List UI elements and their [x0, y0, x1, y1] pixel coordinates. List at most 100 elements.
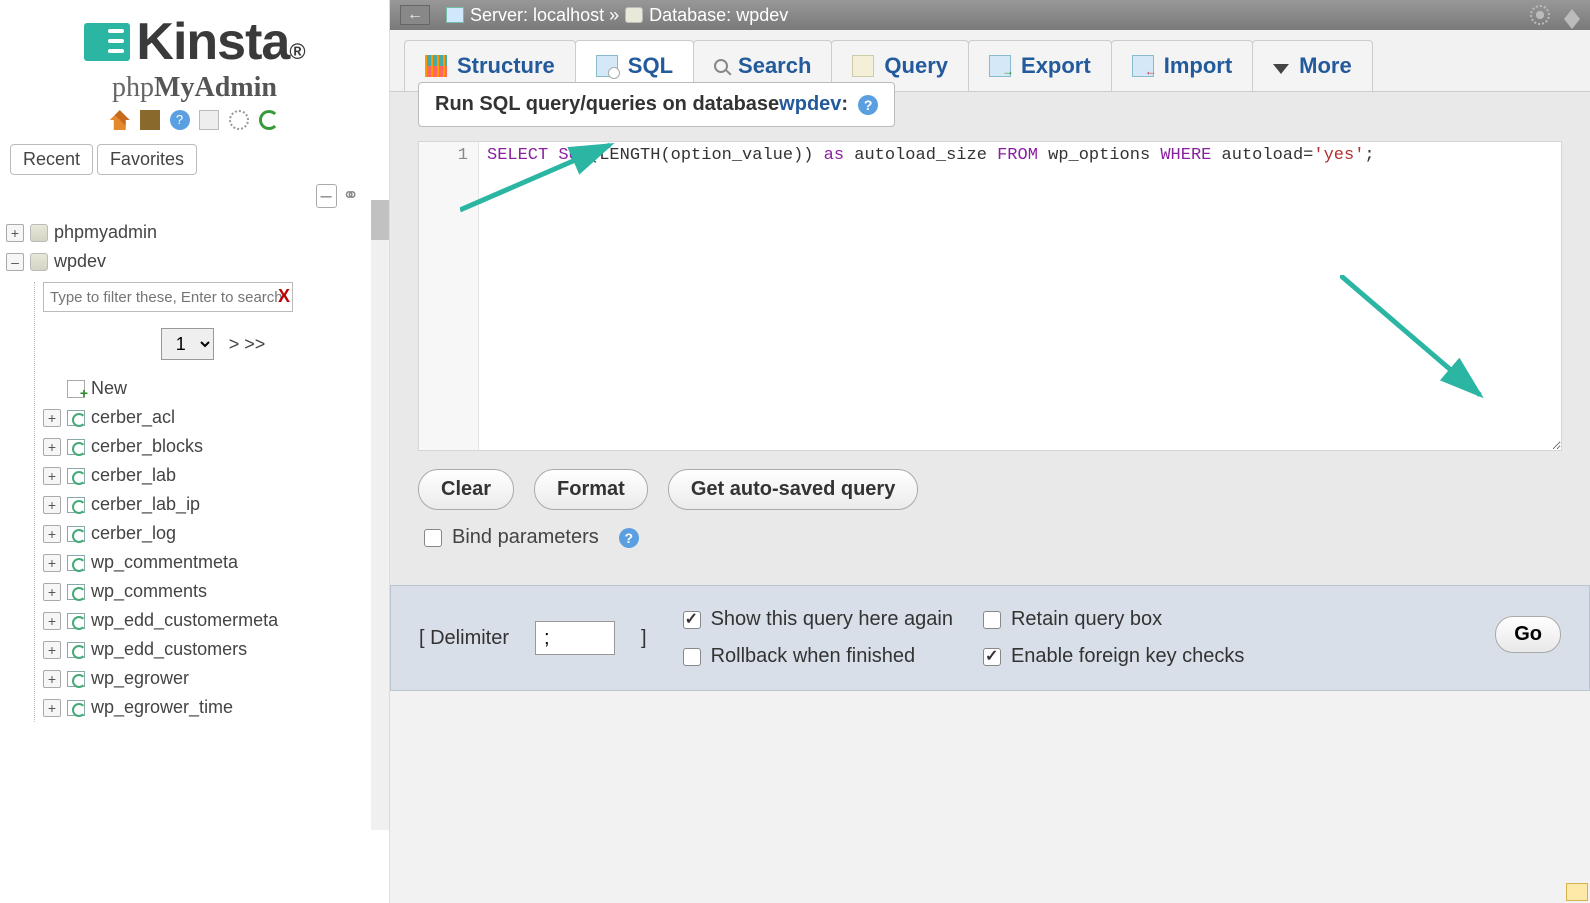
tab-favorites[interactable]: Favorites: [97, 144, 197, 175]
pager-next[interactable]: > >>: [229, 334, 266, 354]
table-icon: [67, 584, 85, 600]
back-button[interactable]: ←: [400, 5, 430, 25]
table-icon: [67, 642, 85, 658]
sidebar: Kinsta® phpMyAdmin ? Recent Favorites – …: [0, 0, 390, 903]
page-select[interactable]: 1: [161, 328, 214, 360]
retain-box-checkbox[interactable]: [983, 611, 1001, 629]
tree-table-cerber_lab_ip[interactable]: +cerber_lab_ip: [43, 490, 383, 519]
search-icon: [714, 59, 728, 73]
table-icon: [67, 671, 85, 687]
sql-icon: [596, 55, 618, 77]
tab-export[interactable]: Export: [968, 40, 1112, 91]
tree-table-wp_edd_customermeta[interactable]: + wp_edd_customermeta: [43, 606, 383, 635]
collapse-icon[interactable]: [1564, 9, 1580, 19]
sql-window-icon[interactable]: [199, 110, 219, 130]
plus-icon[interactable]: +: [6, 224, 24, 242]
table-icon: [67, 468, 85, 484]
tree-table-cerber_acl[interactable]: +cerber_acl: [43, 403, 383, 432]
sidebar-quick-icons: ?: [0, 104, 389, 140]
table-label: wp_comments: [91, 581, 207, 602]
minus-icon[interactable]: –: [6, 253, 24, 271]
plus-icon[interactable]: +: [43, 409, 61, 427]
clear-button[interactable]: Clear: [418, 469, 514, 510]
settings-icon[interactable]: [229, 110, 249, 130]
plus-icon[interactable]: +: [43, 554, 61, 572]
go-button[interactable]: Go: [1495, 616, 1561, 653]
sql-editor[interactable]: 1 SELECT SUM(LENGTH(option_value)) as au…: [418, 141, 1562, 451]
tab-recent[interactable]: Recent: [10, 144, 93, 175]
db-tree: + phpmyadmin – wpdev X 1 > >> New +cerb: [0, 208, 389, 732]
breadcrumb-sep: »: [609, 5, 619, 26]
logout-icon[interactable]: [140, 110, 160, 130]
sql-panel: Run SQL query/queries on database wpdev …: [390, 92, 1590, 585]
note-icon[interactable]: [1566, 883, 1588, 901]
table-label: wp_edd_customermeta: [91, 610, 278, 631]
sidebar-tabs: Recent Favorites: [0, 144, 389, 183]
chevron-down-icon: [1273, 64, 1289, 74]
tab-more[interactable]: More: [1252, 40, 1373, 91]
tree-table-wp_commentmeta[interactable]: +wp_commentmeta: [43, 548, 383, 577]
plus-icon[interactable]: +: [43, 467, 61, 485]
tree-table-wp_comments[interactable]: + wp_comments: [43, 577, 383, 606]
table-icon: [67, 410, 85, 426]
fk-checks-checkbox[interactable]: [983, 648, 1001, 666]
tree-table-cerber_log[interactable]: +cerber_log: [43, 519, 383, 548]
collapse-all-icon[interactable]: –: [316, 184, 337, 208]
line-gutter: 1: [419, 142, 479, 450]
bind-params-label: Bind parameters: [452, 526, 599, 549]
tree-table-wp_edd_customers[interactable]: +wp_edd_customers: [43, 635, 383, 664]
plus-icon[interactable]: +: [43, 583, 61, 601]
help-icon[interactable]: ?: [619, 528, 639, 548]
database-value[interactable]: wpdev: [736, 5, 788, 26]
query-icon: [852, 55, 874, 77]
plus-icon[interactable]: +: [43, 525, 61, 543]
kinsta-text: Kinsta: [136, 12, 289, 72]
plus-icon[interactable]: +: [43, 612, 61, 630]
table-icon: [67, 555, 85, 571]
tab-import[interactable]: Import: [1111, 40, 1253, 91]
reload-icon[interactable]: [259, 110, 279, 130]
home-icon[interactable]: [110, 110, 130, 130]
plus-icon[interactable]: +: [43, 670, 61, 688]
sql-footer: [ Delimiter ] Show this query here again…: [390, 585, 1590, 691]
tree-db-wpdev[interactable]: – wpdev: [6, 247, 383, 276]
gear-icon[interactable]: [1530, 5, 1550, 25]
server-value[interactable]: localhost: [533, 5, 604, 26]
tree-controls: – ⚭: [0, 183, 389, 208]
table-icon: [67, 526, 85, 542]
bind-params-checkbox[interactable]: [424, 529, 442, 547]
import-icon: [1132, 55, 1154, 77]
docs-icon[interactable]: ?: [170, 110, 190, 130]
tree-db-phpmyadmin[interactable]: + phpmyadmin: [6, 218, 383, 247]
search-input[interactable]: [43, 282, 293, 312]
tree-table-cerber_lab[interactable]: +cerber_lab: [43, 461, 383, 490]
delimiter-input[interactable]: [535, 621, 615, 655]
table-label: wp_egrower_time: [91, 697, 233, 718]
plus-icon[interactable]: +: [43, 496, 61, 514]
tree-table-wp_egrower[interactable]: +wp_egrower: [43, 664, 383, 693]
delimiter-open: [ Delimiter: [419, 627, 509, 650]
show-again-checkbox[interactable]: [683, 611, 701, 629]
format-button[interactable]: Format: [534, 469, 648, 510]
clear-filter-icon[interactable]: X: [278, 286, 290, 306]
plus-icon[interactable]: +: [43, 641, 61, 659]
table-icon: [67, 497, 85, 513]
plus-icon[interactable]: +: [43, 699, 61, 717]
table-label: cerber_blocks: [91, 436, 203, 457]
table-icon: [67, 613, 85, 629]
server-icon: [446, 7, 464, 23]
plus-icon[interactable]: +: [43, 438, 61, 456]
link-icon[interactable]: ⚭: [342, 185, 359, 207]
tree-new[interactable]: New: [43, 374, 383, 403]
tree-table-wp_egrower_time[interactable]: + wp_egrower_time: [43, 693, 383, 722]
panel-title: Run SQL query/queries on database wpdev …: [418, 82, 895, 127]
tree-table-cerber_blocks[interactable]: + cerber_blocks: [43, 432, 383, 461]
sidebar-scrollbar[interactable]: [371, 200, 389, 830]
kinsta-logo: Kinsta®: [84, 12, 304, 72]
database-icon: [30, 253, 48, 271]
get-autosaved-button[interactable]: Get auto-saved query: [668, 469, 919, 510]
rollback-checkbox[interactable]: [683, 648, 701, 666]
help-icon[interactable]: ?: [858, 95, 878, 115]
sql-textarea[interactable]: SELECT SUM(LENGTH(option_value)) as auto…: [479, 142, 1561, 450]
structure-icon: [425, 55, 447, 77]
